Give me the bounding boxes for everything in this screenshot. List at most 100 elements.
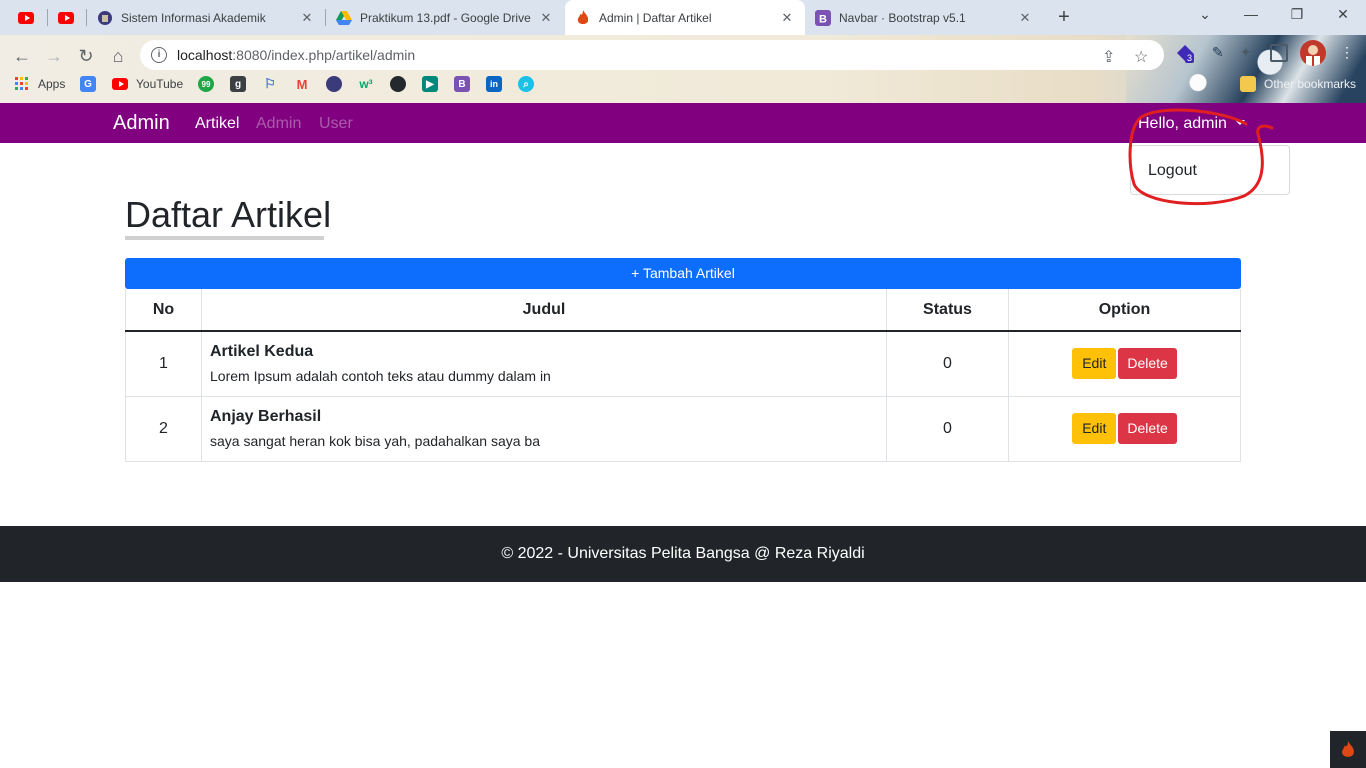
restore-icon[interactable]: ❐ (1274, 0, 1320, 30)
user-dropdown-toggle[interactable]: Hello, admin (1138, 115, 1245, 133)
article-excerpt: saya sangat heran kok bisa yah, padahalk… (210, 433, 541, 449)
tab-sistem-informasi[interactable]: Sistem Informasi Akademik ✕ (87, 0, 325, 35)
tab-title: Sistem Informasi Akademik (121, 10, 266, 25)
codeigniter-debug-toolbar-icon[interactable] (1330, 731, 1366, 768)
tab-google-drive[interactable]: Praktikum 13.pdf - Google Drive ✕ (326, 0, 564, 35)
bootstrap-icon: B (454, 76, 470, 92)
linkedin-icon: in (486, 76, 502, 92)
bookmark-w3schools[interactable]: w³ (358, 75, 382, 93)
caret-down-icon (1234, 120, 1245, 125)
share-icon[interactable]: ⇪ (1102, 47, 1115, 67)
puzzle-extensions-icon[interactable]: ✦ (1240, 44, 1258, 62)
google-meet-icon: ▶ (422, 76, 438, 92)
site-navbar: Admin Artikel Admin User Hello, admin (0, 103, 1366, 143)
bookmark-apps[interactable]: Apps (14, 75, 65, 93)
folder-icon (1240, 76, 1256, 92)
site-info-icon[interactable]: i (151, 47, 167, 63)
bookmark-bootstrap[interactable]: B (454, 75, 478, 93)
svg-text:B: B (819, 13, 827, 25)
nav-link-artikel[interactable]: Artikel (195, 115, 239, 133)
99-icon: 99 (198, 76, 214, 92)
tab-title: Praktikum 13.pdf - Google Drive (360, 10, 531, 25)
bookmark-github[interactable] (390, 75, 414, 93)
avatar[interactable] (1300, 40, 1326, 66)
youtube-icon (18, 10, 34, 26)
new-tab-button[interactable]: + (1052, 6, 1076, 30)
edit-button[interactable]: Edit (1072, 348, 1117, 380)
back-arrow-icon[interactable]: ← (8, 42, 36, 70)
article-excerpt: Lorem Ipsum adalah contoh teks atau dumm… (210, 368, 551, 385)
extension-2-icon[interactable]: ✎ (1212, 44, 1230, 62)
gmail-icon: M (296, 76, 308, 92)
tab-admin-daftar-artikel[interactable]: Admin | Daftar Artikel ✕ (565, 0, 805, 35)
reload-icon[interactable]: ↻ (72, 42, 100, 70)
other-bookmarks[interactable]: Other bookmarks (1240, 75, 1356, 93)
browser-tab-strip: Sistem Informasi Akademik ✕ Praktikum 13… (0, 0, 1366, 35)
campus-logo-icon (97, 10, 113, 26)
table-row: 2 Anjay Berhasil saya sangat heran kok b… (125, 395, 1241, 462)
row-judul: Anjay Berhasil saya sangat heran kok bis… (201, 395, 887, 462)
bookmark-99[interactable]: 99 (198, 75, 222, 93)
table-row: 1 Artikel Kedua Lorem Ipsum adalah conto… (125, 330, 1241, 397)
address-bar[interactable]: i localhost:8080/index.php/artikel/admin… (140, 40, 1164, 70)
article-table: No Judul Status Option 1 Artikel Kedua L… (125, 289, 1241, 462)
user-dropdown-label: Hello, admin (1138, 115, 1227, 132)
home-icon[interactable]: ⌂ (104, 42, 132, 70)
extension-icon[interactable]: 3 (1176, 44, 1195, 63)
add-article-button[interactable]: + Tambah Artikel (125, 258, 1241, 289)
tab-title: Admin | Daftar Artikel (599, 10, 712, 25)
extension-badge: 3 (1185, 53, 1195, 63)
title-underline (125, 236, 324, 240)
apps-grid-icon (14, 76, 30, 92)
close-icon[interactable]: ✕ (1017, 10, 1033, 26)
bookmark-gmail[interactable]: M (294, 75, 318, 93)
google-translate-icon: G (80, 76, 96, 92)
delete-button[interactable]: Delete (1118, 348, 1177, 380)
bookmark-goodreads[interactable]: g (230, 75, 254, 93)
side-panel-icon[interactable] (1270, 44, 1288, 62)
column-header-option: Option (1008, 289, 1241, 332)
forward-arrow-icon[interactable]: → (40, 42, 68, 70)
close-icon[interactable]: ✕ (538, 10, 554, 26)
github-icon (390, 76, 406, 92)
bookmark-flag[interactable]: ⚐ (262, 75, 286, 93)
minimize-icon[interactable]: — (1228, 0, 1274, 30)
column-header-judul: Judul (201, 289, 887, 332)
window-close-icon[interactable]: ✕ (1320, 0, 1366, 30)
user-dropdown-menu: Logout (1130, 145, 1290, 195)
youtube-icon (58, 10, 74, 26)
edit-button[interactable]: Edit (1072, 413, 1117, 444)
row-options: Edit Delete (1008, 330, 1241, 397)
tab-bootstrap-navbar[interactable]: B Navbar · Bootstrap v5.1 ✕ (805, 0, 1043, 35)
nav-link-admin[interactable]: Admin (256, 115, 301, 133)
article-title: Anjay Berhasil (210, 408, 322, 425)
bookmark-search-app[interactable]: ⌕ (518, 75, 542, 93)
bookmark-youtube[interactable]: YouTube (112, 75, 183, 93)
close-icon[interactable]: ✕ (299, 10, 315, 26)
delete-button[interactable]: Delete (1118, 413, 1177, 444)
bookmark-linkedin[interactable]: in (486, 75, 510, 93)
bookmark-campus[interactable] (326, 75, 350, 93)
close-icon[interactable]: ✕ (779, 10, 795, 26)
menu-dots-icon[interactable]: ⋮ (1340, 44, 1354, 62)
url-host: localhost (177, 47, 233, 63)
navbar-brand[interactable]: Admin (113, 112, 170, 135)
goodreads-icon: g (230, 76, 246, 92)
bookmark-google-translate[interactable]: G (80, 75, 104, 93)
article-title: Artikel Kedua (210, 343, 314, 361)
bookmark-label: Apps (38, 77, 66, 91)
tab-search-chevron-icon[interactable]: ⌄ (1182, 0, 1228, 30)
bookmark-label: YouTube (136, 77, 184, 91)
tab-youtube-1[interactable] (8, 0, 44, 35)
youtube-icon (112, 76, 128, 92)
bookmark-google-meet[interactable]: ▶ (422, 75, 446, 93)
bookmarks-bar: Apps G YouTube 99 g ⚐ M w³ ▶ B in ⌕ Othe… (0, 73, 1366, 95)
tab-youtube-2[interactable] (48, 0, 86, 35)
column-header-no: No (125, 289, 202, 332)
codeigniter-icon (575, 9, 591, 26)
bookmark-star-icon[interactable]: ☆ (1134, 47, 1148, 67)
row-options: Edit Delete (1008, 395, 1241, 462)
bootstrap-icon: B (815, 9, 831, 26)
nav-link-user[interactable]: User (319, 115, 353, 133)
logout-menu-item[interactable]: Logout (1148, 162, 1197, 180)
